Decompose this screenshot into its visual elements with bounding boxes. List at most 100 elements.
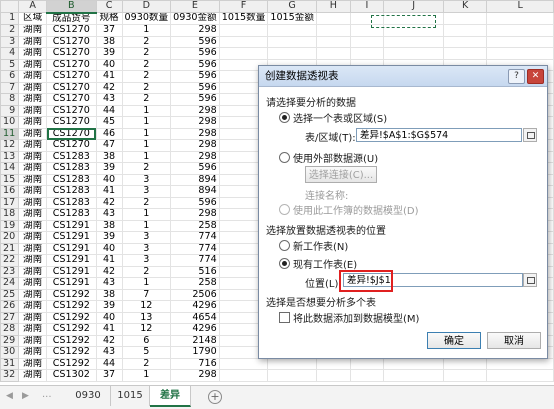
cancel-button[interactable]: 取消 bbox=[487, 332, 541, 349]
cell[interactable]: CS1270 bbox=[46, 127, 97, 140]
cell[interactable]: 湖南 bbox=[18, 70, 47, 83]
column-header[interactable]: E bbox=[170, 0, 220, 13]
cell[interactable]: 12 bbox=[121, 323, 172, 336]
cell[interactable] bbox=[443, 12, 488, 25]
cell[interactable]: 湖南 bbox=[18, 47, 47, 60]
radio-data-model[interactable] bbox=[279, 204, 290, 215]
cell[interactable]: 40 bbox=[95, 173, 123, 186]
row-header[interactable]: 27 bbox=[0, 311, 20, 324]
cell[interactable]: 湖南 bbox=[18, 150, 47, 163]
cell[interactable] bbox=[443, 369, 488, 382]
column-header[interactable]: F bbox=[218, 0, 269, 13]
row-header[interactable]: 19 bbox=[0, 219, 20, 232]
cell[interactable] bbox=[443, 47, 488, 60]
cell[interactable]: CS1291 bbox=[46, 254, 97, 267]
cell[interactable]: 42 bbox=[95, 334, 123, 347]
range-input[interactable]: 差异!$A$1:$G$574 bbox=[356, 128, 522, 142]
cell[interactable]: CS1270 bbox=[46, 58, 97, 71]
ok-button[interactable]: 确定 bbox=[427, 332, 481, 349]
cell[interactable]: 894 bbox=[170, 173, 220, 186]
row-header[interactable]: 2 bbox=[0, 24, 20, 37]
cell[interactable]: 38 bbox=[95, 219, 123, 232]
cell[interactable] bbox=[383, 357, 445, 370]
column-header[interactable]: A bbox=[18, 0, 47, 13]
cell[interactable] bbox=[349, 47, 385, 60]
cell[interactable] bbox=[267, 357, 317, 370]
cell[interactable]: 湖南 bbox=[18, 173, 47, 186]
collapse-range-icon[interactable] bbox=[523, 128, 537, 142]
cell[interactable] bbox=[218, 24, 269, 37]
row-header[interactable]: 31 bbox=[0, 357, 20, 370]
tab-prev-icon[interactable]: ◀ bbox=[6, 391, 13, 401]
cell[interactable]: CS1292 bbox=[46, 311, 97, 324]
cell[interactable]: 湖南 bbox=[18, 311, 47, 324]
column-header[interactable]: J bbox=[383, 0, 445, 13]
cell[interactable]: 47 bbox=[95, 139, 123, 152]
cell[interactable]: CS1270 bbox=[46, 35, 97, 48]
cell[interactable] bbox=[486, 24, 554, 37]
cell[interactable] bbox=[267, 35, 317, 48]
cell[interactable]: 298 bbox=[170, 24, 220, 37]
select-all-corner[interactable] bbox=[0, 0, 20, 13]
cell[interactable]: CS1292 bbox=[46, 334, 97, 347]
cell[interactable]: 258 bbox=[170, 277, 220, 290]
cell[interactable] bbox=[486, 357, 554, 370]
cell[interactable]: 12 bbox=[121, 300, 172, 313]
cell[interactable]: 1 bbox=[121, 139, 172, 152]
cell[interactable] bbox=[218, 357, 269, 370]
cell[interactable]: 1790 bbox=[170, 346, 220, 359]
row-header[interactable]: 11 bbox=[0, 127, 20, 140]
cell[interactable]: 1 bbox=[121, 116, 172, 129]
cell[interactable]: 湖南 bbox=[18, 334, 47, 347]
cell[interactable] bbox=[315, 369, 351, 382]
cell[interactable]: 0930金额 bbox=[170, 12, 220, 25]
row-header[interactable]: 9 bbox=[0, 104, 20, 117]
cell[interactable]: 湖南 bbox=[18, 104, 47, 117]
cell[interactable]: CS1302 bbox=[46, 369, 97, 382]
cell[interactable]: 298 bbox=[170, 208, 220, 221]
cell[interactable]: 湖南 bbox=[18, 300, 47, 313]
cell[interactable]: CS1270 bbox=[46, 93, 97, 106]
cell[interactable]: 38 bbox=[95, 150, 123, 163]
cell[interactable] bbox=[486, 369, 554, 382]
cell[interactable] bbox=[383, 35, 445, 48]
cell[interactable] bbox=[443, 35, 488, 48]
radio-select-range[interactable] bbox=[279, 112, 290, 123]
cell[interactable]: 湖南 bbox=[18, 58, 47, 71]
cell[interactable]: 3 bbox=[121, 254, 172, 267]
column-header[interactable]: G bbox=[267, 0, 317, 13]
row-header[interactable]: 4 bbox=[0, 47, 20, 60]
cell[interactable]: CS1292 bbox=[46, 288, 97, 301]
cell[interactable]: 2 bbox=[121, 81, 172, 94]
cell[interactable]: 湖南 bbox=[18, 116, 47, 129]
cell[interactable]: 596 bbox=[170, 35, 220, 48]
cell[interactable]: 38 bbox=[95, 288, 123, 301]
cell[interactable] bbox=[315, 47, 351, 60]
cell[interactable]: 区域 bbox=[18, 12, 47, 25]
cell[interactable]: CS1283 bbox=[46, 208, 97, 221]
row-header[interactable]: 3 bbox=[0, 35, 20, 48]
cell[interactable]: 37 bbox=[95, 369, 123, 382]
row-header[interactable]: 29 bbox=[0, 334, 20, 347]
cell[interactable]: CS1283 bbox=[46, 162, 97, 175]
cell[interactable]: 湖南 bbox=[18, 288, 47, 301]
row-header[interactable]: 23 bbox=[0, 265, 20, 278]
tab-next-icon[interactable]: ▶ bbox=[22, 391, 29, 401]
cell[interactable]: CS1292 bbox=[46, 346, 97, 359]
row-header[interactable]: 16 bbox=[0, 185, 20, 198]
collapse-location-icon[interactable] bbox=[523, 273, 537, 287]
cell[interactable]: 湖南 bbox=[18, 369, 47, 382]
cell[interactable] bbox=[218, 47, 269, 60]
cell[interactable]: 596 bbox=[170, 58, 220, 71]
row-header[interactable]: 10 bbox=[0, 116, 20, 129]
row-header[interactable]: 14 bbox=[0, 162, 20, 175]
cell[interactable]: 13 bbox=[121, 311, 172, 324]
cell[interactable]: 湖南 bbox=[18, 231, 47, 244]
cell[interactable] bbox=[486, 35, 554, 48]
row-header[interactable]: 15 bbox=[0, 173, 20, 186]
cell[interactable]: 2 bbox=[121, 70, 172, 83]
column-header[interactable]: D bbox=[121, 0, 172, 13]
column-header[interactable]: H bbox=[315, 0, 351, 13]
cell[interactable]: CS1270 bbox=[46, 116, 97, 129]
cell[interactable]: 湖南 bbox=[18, 323, 47, 336]
